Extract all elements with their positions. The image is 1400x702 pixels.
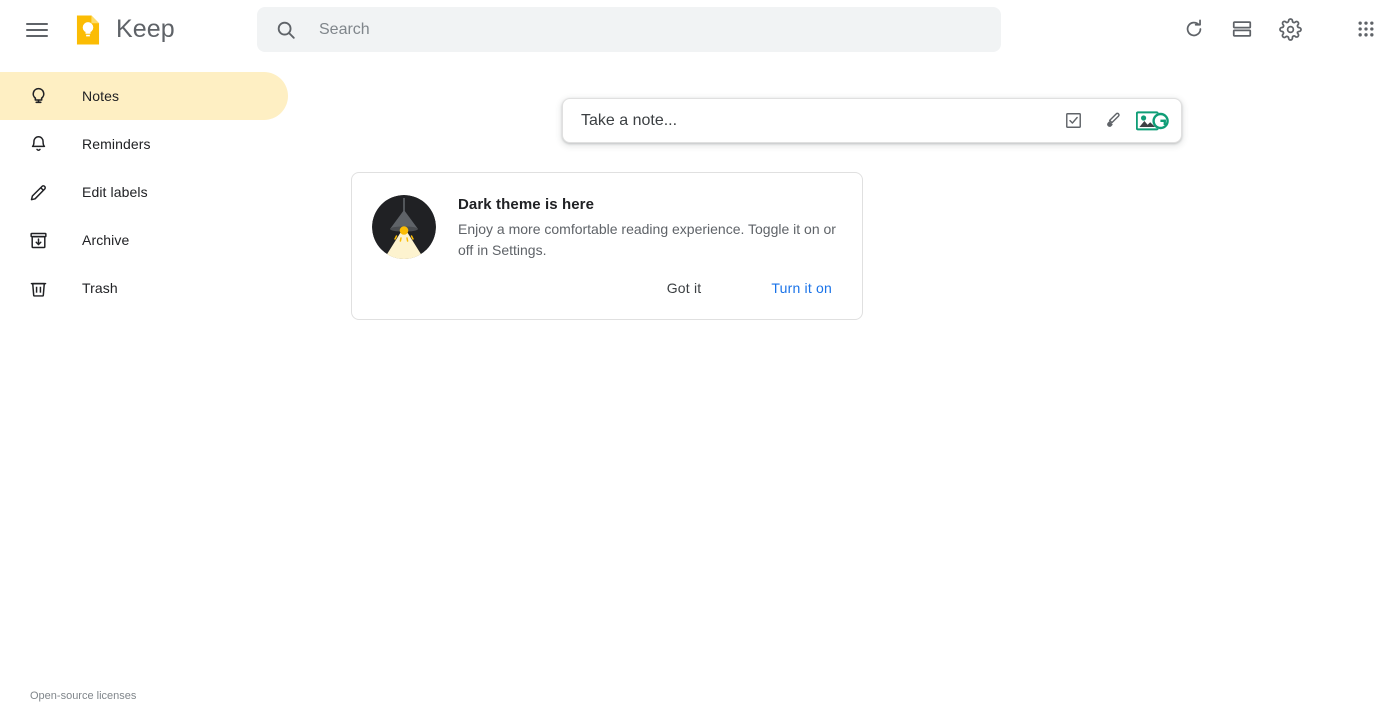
sidebar-item-label: Reminders bbox=[82, 136, 151, 152]
main-menu-button[interactable] bbox=[13, 6, 61, 54]
bell-icon bbox=[26, 134, 50, 155]
new-list-button[interactable] bbox=[1053, 101, 1093, 141]
card-description: Enjoy a more comfortable reading experie… bbox=[458, 221, 836, 258]
sidebar-item-notes[interactable]: Notes bbox=[0, 72, 288, 120]
new-drawing-button[interactable] bbox=[1093, 101, 1133, 141]
checkbox-icon bbox=[1065, 113, 1081, 128]
trash-icon bbox=[26, 278, 50, 299]
app-title: Keep bbox=[116, 15, 175, 43]
card-actions: Got it Turn it on bbox=[655, 271, 844, 305]
take-a-note-input[interactable]: Take a note... bbox=[581, 112, 1053, 130]
sidebar-item-label: Trash bbox=[82, 280, 118, 296]
google-apps-button[interactable] bbox=[1342, 5, 1390, 53]
dark-lamp-illustration bbox=[372, 195, 436, 259]
image-with-g-badge-icon bbox=[1136, 110, 1170, 132]
list-view-button[interactable] bbox=[1218, 5, 1266, 53]
brush-icon bbox=[1107, 112, 1120, 127]
search-bar[interactable] bbox=[257, 7, 1001, 52]
card-text: Dark theme is here Enjoy a more comforta… bbox=[458, 195, 848, 261]
open-source-licenses-link[interactable]: Open-source licenses bbox=[30, 690, 136, 702]
hamburger-menu-icon bbox=[26, 19, 48, 41]
pencil-icon bbox=[26, 182, 50, 203]
dark-theme-promo-card: Dark theme is here Enjoy a more comforta… bbox=[351, 172, 863, 320]
sidebar-item-archive[interactable]: Archive bbox=[0, 216, 288, 264]
app-logo-link[interactable]: Keep bbox=[71, 13, 175, 47]
card-body: Dark theme is here Enjoy a more comforta… bbox=[352, 173, 862, 261]
turn-it-on-button[interactable]: Turn it on bbox=[759, 271, 844, 305]
note-composer[interactable]: Take a note... bbox=[562, 98, 1182, 143]
gear-icon bbox=[1278, 17, 1302, 41]
sidebar-item-trash[interactable]: Trash bbox=[0, 264, 288, 312]
settings-button[interactable] bbox=[1266, 5, 1314, 53]
apps-grid-icon bbox=[1358, 21, 1374, 37]
search-input[interactable] bbox=[317, 14, 957, 45]
search-icon bbox=[275, 19, 297, 41]
composer-tools bbox=[1053, 101, 1173, 141]
new-image-button[interactable] bbox=[1133, 101, 1173, 141]
sidebar-item-label: Notes bbox=[82, 88, 120, 104]
keep-note-bulb-logo bbox=[76, 15, 100, 44]
app-bar-actions bbox=[1170, 5, 1390, 53]
refresh-icon bbox=[1186, 19, 1202, 37]
main-content: Take a note... Dark theme is here Enjoy … bbox=[288, 59, 1400, 658]
sidebar: Notes Reminders Edit labels Archive Tras… bbox=[0, 59, 288, 702]
lightbulb-icon bbox=[26, 86, 50, 107]
got-it-button[interactable]: Got it bbox=[655, 271, 714, 305]
sidebar-item-reminders[interactable]: Reminders bbox=[0, 120, 288, 168]
sidebar-item-label: Edit labels bbox=[82, 184, 148, 200]
sidebar-item-edit-labels[interactable]: Edit labels bbox=[0, 168, 288, 216]
archive-icon bbox=[26, 230, 50, 251]
list-view-icon bbox=[1232, 21, 1252, 37]
sidebar-item-label: Archive bbox=[82, 232, 130, 248]
app-bar: Keep bbox=[0, 0, 1400, 59]
refresh-button[interactable] bbox=[1170, 5, 1218, 53]
card-title: Dark theme is here bbox=[458, 196, 595, 213]
